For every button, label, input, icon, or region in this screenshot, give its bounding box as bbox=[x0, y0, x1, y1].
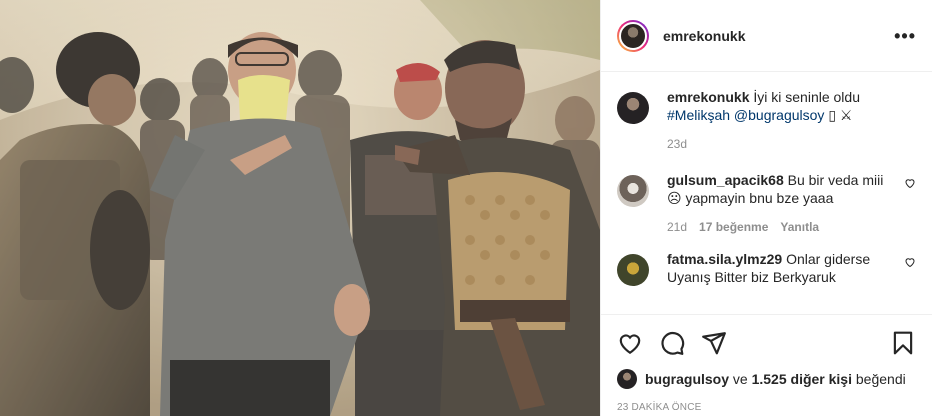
caption: emrekonukk İyi ki seninle oldu #Melikşah… bbox=[617, 88, 916, 153]
comment-avatar[interactable] bbox=[617, 175, 649, 207]
likes-others[interactable]: 1.525 diğer kişi bbox=[752, 371, 852, 387]
caption-mention[interactable]: @bugragulsoy bbox=[734, 107, 825, 123]
comment-avatar[interactable] bbox=[617, 254, 649, 286]
comment-time[interactable]: 21d bbox=[667, 218, 687, 236]
author-username[interactable]: emrekonukk bbox=[663, 28, 894, 44]
liker-avatar[interactable] bbox=[617, 369, 637, 389]
post-timestamp[interactable]: 23 DAKİKA ÖNCE bbox=[617, 402, 916, 413]
post-photo-image bbox=[0, 0, 600, 416]
author-avatar[interactable] bbox=[617, 19, 649, 52]
likes-connector: ve bbox=[732, 371, 748, 387]
comment-item: gulsum_apacik68 Bu bir veda miii ☹ yapma… bbox=[617, 171, 916, 236]
heart-icon[interactable] bbox=[904, 256, 916, 268]
caption-text: İyi ki seninle oldu bbox=[753, 89, 860, 105]
comment-text: Onlar giderse bbox=[786, 251, 871, 267]
post-actions: bugragulsoy ve 1.525 diğer kişi beğendi … bbox=[601, 314, 932, 413]
post-photo[interactable] bbox=[0, 0, 600, 416]
comment-username[interactable]: gulsum_apacik68 bbox=[667, 172, 784, 188]
comment-text-line2: Uyanış Bitter biz Berkyaruk bbox=[667, 269, 836, 285]
heart-icon[interactable] bbox=[617, 330, 643, 356]
likes-summary: bugragulsoy ve 1.525 diğer kişi beğendi bbox=[617, 369, 916, 389]
caption-time[interactable]: 23d bbox=[667, 135, 687, 153]
comment-icon[interactable] bbox=[659, 330, 685, 356]
comments-list[interactable]: emrekonukk İyi ki seninle oldu #Melikşah… bbox=[601, 72, 932, 314]
caption-username[interactable]: emrekonukk bbox=[667, 89, 749, 105]
comment-item: fatma.sila.ylmz29 Onlar giderse Uyanış B… bbox=[617, 250, 916, 286]
caption-emoji: ▯ ⚔ bbox=[828, 107, 853, 123]
post-side-panel: emrekonukk ••• emrekonukk İyi ki seninle… bbox=[600, 0, 932, 416]
comment-text: Bu bir veda miii bbox=[787, 172, 884, 188]
heart-icon[interactable] bbox=[904, 177, 916, 189]
comment-likes[interactable]: 17 beğenme bbox=[699, 218, 768, 236]
likes-suffix: beğendi bbox=[855, 371, 906, 387]
comment-username[interactable]: fatma.sila.ylmz29 bbox=[667, 251, 782, 267]
more-horizontal-icon[interactable]: ••• bbox=[894, 27, 916, 45]
post-header: emrekonukk ••• bbox=[601, 0, 932, 72]
paper-plane-icon[interactable] bbox=[701, 330, 727, 356]
reply-button[interactable]: Yanıtla bbox=[780, 218, 819, 236]
bookmark-icon[interactable] bbox=[890, 330, 916, 356]
liker-username[interactable]: bugragulsoy bbox=[645, 371, 729, 387]
caption-avatar[interactable] bbox=[617, 92, 649, 124]
caption-hashtag[interactable]: #Melikşah bbox=[667, 107, 730, 123]
comment-text-line2: ☹ yapmayin bnu bze yaaa bbox=[667, 190, 834, 206]
